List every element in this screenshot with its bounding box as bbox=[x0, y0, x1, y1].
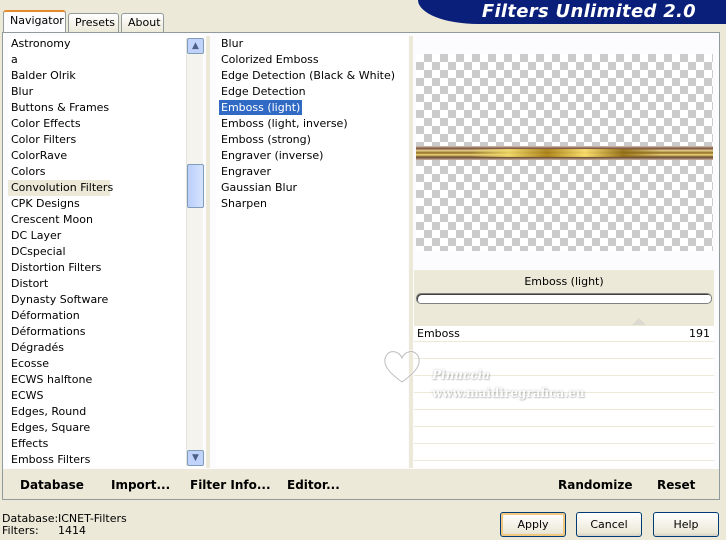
watermark-url: www.maidiregrafica.eu bbox=[432, 386, 585, 400]
filter-item-label: Gaussian Blur bbox=[221, 181, 298, 194]
category-item[interactable]: Blur bbox=[8, 84, 110, 100]
category-item[interactable]: Buttons & Frames bbox=[8, 100, 110, 116]
category-item[interactable]: Distort bbox=[8, 276, 110, 292]
randomize-button[interactable]: Randomize bbox=[558, 478, 632, 492]
category-item[interactable]: Convolution Filters bbox=[8, 180, 113, 196]
category-item[interactable]: ECWS halftone bbox=[8, 372, 110, 388]
category-item[interactable]: a bbox=[8, 52, 110, 68]
preview-image bbox=[416, 146, 713, 160]
filter-item[interactable]: Engraver (inverse) bbox=[216, 148, 408, 164]
reset-button[interactable]: Reset bbox=[657, 478, 695, 492]
filter-item-label: Engraver bbox=[221, 165, 271, 178]
filter-item[interactable]: Edge Detection bbox=[216, 84, 408, 100]
category-item[interactable]: Effects bbox=[8, 436, 110, 452]
app-title: Filters Unlimited 2.0 bbox=[481, 1, 696, 22]
filter-name-area: Emboss (light) bbox=[414, 270, 714, 326]
editor-button[interactable]: Editor... bbox=[287, 478, 340, 492]
category-scrollbar[interactable]: ▲ ▼ bbox=[186, 38, 204, 466]
scroll-thumb[interactable] bbox=[187, 164, 204, 208]
category-item[interactable]: Déformations bbox=[8, 324, 110, 340]
category-item[interactable]: Edges, Square bbox=[8, 420, 110, 436]
category-item[interactable]: Dégradés bbox=[8, 340, 110, 356]
action-bar: Database Import... Filter Info... Editor… bbox=[3, 469, 719, 499]
scroll-up-icon[interactable]: ▲ bbox=[187, 38, 204, 54]
filter-item[interactable]: Emboss (light, inverse) bbox=[216, 116, 408, 132]
filter-item-label: Emboss (light) bbox=[219, 100, 303, 115]
filters-label: Filters: bbox=[2, 524, 39, 537]
filter-item-label: Emboss (strong) bbox=[221, 133, 311, 146]
current-filter-name: Emboss (light) bbox=[524, 275, 604, 288]
import-button[interactable]: Import... bbox=[111, 478, 170, 492]
filter-item-label: Blur bbox=[221, 37, 244, 50]
category-list[interactable]: Astronomy a Balder Olrik Blur Buttons & Fram… bbox=[8, 36, 204, 468]
category-item[interactable]: ECWS bbox=[8, 388, 110, 404]
tab-presets[interactable]: Presets bbox=[68, 13, 119, 32]
filter-item-label: Colorized Emboss bbox=[221, 53, 319, 66]
category-item[interactable]: Color Filters bbox=[8, 132, 110, 148]
control-value: 191 bbox=[689, 327, 710, 340]
category-item[interactable]: ColorRave bbox=[8, 148, 110, 164]
category-item[interactable]: DCspecial bbox=[8, 244, 110, 260]
filter-item-label: Sharpen bbox=[221, 197, 267, 210]
list-divider[interactable] bbox=[206, 36, 210, 468]
filter-item[interactable]: Blur bbox=[216, 36, 408, 52]
category-item[interactable]: Déformation bbox=[8, 308, 110, 324]
category-item[interactable]: CPK Designs bbox=[8, 196, 110, 212]
control-label: Emboss bbox=[417, 327, 460, 340]
category-item[interactable]: Crescent Moon bbox=[8, 212, 110, 228]
heart-icon bbox=[383, 350, 421, 384]
apply-button[interactable]: Apply bbox=[500, 512, 566, 537]
filter-item[interactable]: Sharpen bbox=[216, 196, 408, 212]
category-item[interactable]: Balder Olrik bbox=[8, 68, 110, 84]
control-row-empty bbox=[414, 428, 714, 444]
tab-navigator[interactable]: Navigator bbox=[3, 10, 66, 32]
filter-item[interactable]: Emboss (strong) bbox=[216, 132, 408, 148]
control-row-empty bbox=[414, 445, 714, 461]
category-item[interactable]: DC Layer bbox=[8, 228, 110, 244]
status-info: Database:ICNET-Filters Filters: 1414 bbox=[2, 513, 127, 537]
tab-about[interactable]: About bbox=[121, 13, 164, 32]
cancel-button[interactable]: Cancel bbox=[576, 512, 642, 537]
category-item[interactable]: Astronomy bbox=[8, 36, 110, 52]
watermark-name: Pinuccia bbox=[432, 368, 490, 382]
filter-item-label: Edge Detection (Black & White) bbox=[221, 69, 396, 82]
filter-item-label: Edge Detection bbox=[221, 85, 306, 98]
category-item[interactable]: Ecosse bbox=[8, 356, 110, 372]
progress-bar bbox=[416, 293, 712, 304]
filter-preview bbox=[416, 54, 713, 251]
filter-item-label: Emboss (light, inverse) bbox=[221, 117, 348, 130]
filter-item[interactable]: Gaussian Blur bbox=[216, 180, 408, 196]
filter-item[interactable]: Emboss (light) bbox=[216, 100, 408, 116]
filter-item-label: Engraver (inverse) bbox=[221, 149, 324, 162]
category-item[interactable]: Emboss Filters bbox=[8, 452, 110, 468]
category-item[interactable]: Colors bbox=[8, 164, 110, 180]
category-item[interactable]: Distortion Filters bbox=[8, 260, 110, 276]
watermark: Pinuccia www.maidiregrafica.eu bbox=[380, 346, 600, 406]
filter-item[interactable]: Colorized Emboss bbox=[216, 52, 408, 68]
scroll-down-icon[interactable]: ▼ bbox=[187, 450, 204, 466]
title-banner: Filters Unlimited 2.0 bbox=[418, 0, 726, 24]
filter-info-button[interactable]: Filter Info... bbox=[190, 478, 271, 492]
filter-item[interactable]: Engraver bbox=[216, 164, 408, 180]
control-row-empty bbox=[414, 411, 714, 427]
filter-item[interactable]: Edge Detection (Black & White) bbox=[216, 68, 408, 84]
category-item[interactable]: Edges, Round bbox=[8, 404, 110, 420]
help-button[interactable]: Help bbox=[653, 512, 719, 537]
slider-marker-icon bbox=[632, 318, 646, 325]
category-item[interactable]: Color Effects bbox=[8, 116, 110, 132]
control-row-emboss[interactable]: Emboss 191 bbox=[414, 318, 714, 342]
filters-count: 1414 bbox=[58, 524, 86, 537]
database-button[interactable]: Database bbox=[20, 478, 84, 492]
category-item[interactable]: Dynasty Software bbox=[8, 292, 110, 308]
